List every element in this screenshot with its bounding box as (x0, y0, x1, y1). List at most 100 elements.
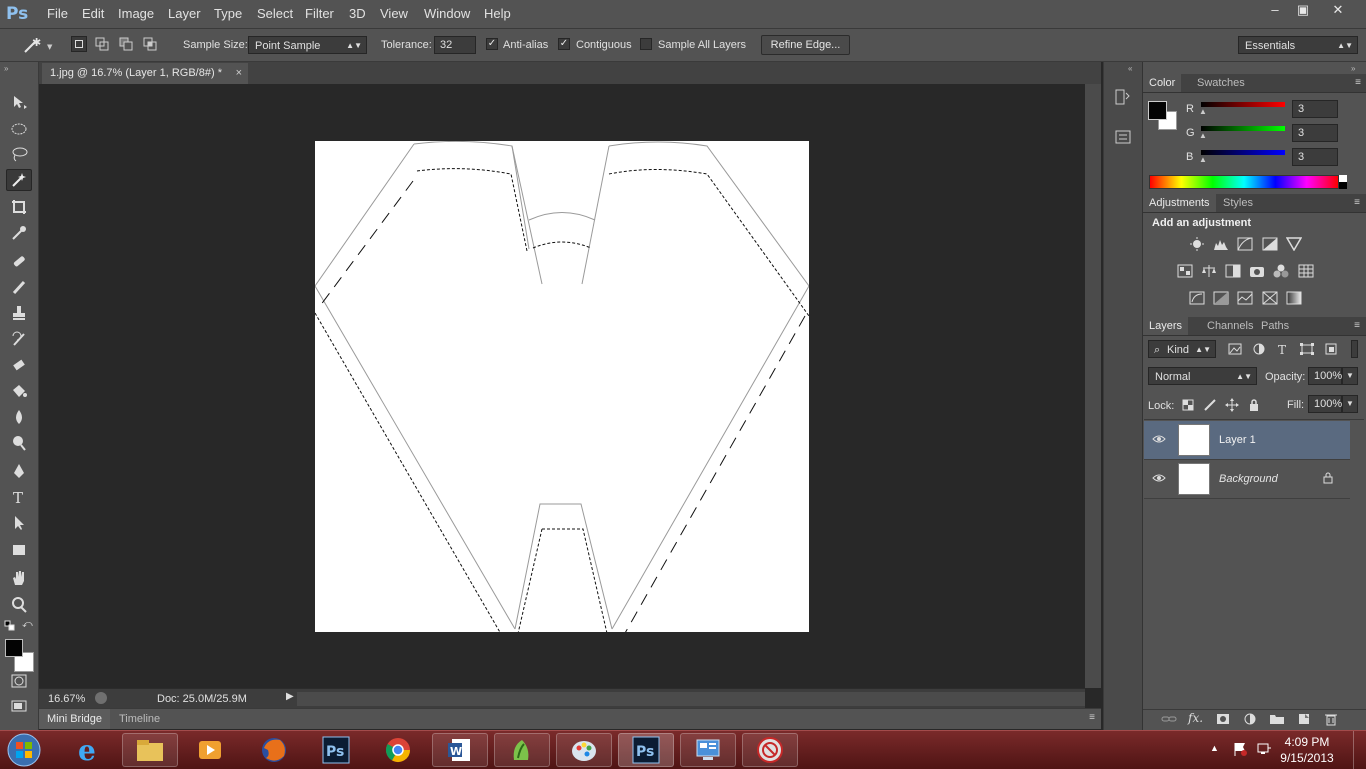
tab-mini-bridge[interactable]: Mini Bridge (39, 709, 111, 729)
levels-icon[interactable] (1213, 237, 1229, 251)
subtract-from-selection-icon[interactable] (118, 36, 134, 52)
menu-layer[interactable]: Layer (168, 6, 201, 21)
layer-style-icon[interactable]: fx. (1188, 711, 1203, 725)
tab-layers[interactable]: Layers (1143, 317, 1189, 335)
blue-slider-handle[interactable]: ▲ (1199, 155, 1207, 164)
curves-icon[interactable] (1237, 237, 1253, 251)
panel-menu-icon[interactable]: ≡ (1089, 712, 1095, 723)
new-adjustment-layer-icon[interactable] (1242, 712, 1258, 726)
paint-icon[interactable] (556, 733, 612, 767)
color-panel-fg-swatch[interactable] (1148, 101, 1167, 120)
menu-type[interactable]: Type (214, 6, 242, 21)
color-spectrum-bar[interactable] (1149, 175, 1339, 189)
channel-mixer-icon[interactable] (1273, 264, 1289, 278)
menu-edit[interactable]: Edit (82, 6, 104, 21)
red-value-input[interactable]: 3 (1292, 100, 1338, 118)
spectrum-black-chip[interactable] (1339, 182, 1347, 189)
vibrance-icon[interactable] (1286, 237, 1302, 251)
action-center-flag-icon[interactable] (1232, 741, 1248, 757)
magic-wand-preset-icon[interactable]: ✱ ▼ (20, 35, 54, 55)
zoom-level[interactable]: 16.67% (48, 693, 85, 705)
lock-position-icon[interactable] (1224, 398, 1240, 412)
color-balance-icon[interactable] (1201, 264, 1217, 278)
zoom-tool-icon[interactable] (6, 594, 32, 616)
tolerance-input[interactable]: 32 (434, 36, 476, 54)
start-button[interactable] (4, 732, 44, 768)
filter-toggle-switch[interactable] (1351, 340, 1358, 358)
collapse-toolbox-icon[interactable]: » (4, 64, 8, 73)
eyedropper-tool-icon[interactable] (6, 222, 32, 244)
photoshop-active-icon[interactable]: Ps (618, 733, 674, 767)
collapse-strip-icon[interactable]: « (1128, 64, 1132, 73)
tab-timeline[interactable]: Timeline (119, 709, 160, 729)
layer-row-layer-1[interactable]: Layer 1 (1144, 421, 1350, 460)
blue-slider-track[interactable] (1201, 150, 1285, 155)
fill-input[interactable]: 100% (1308, 395, 1342, 413)
selective-color-icon[interactable] (1262, 291, 1278, 305)
spectrum-white-chip[interactable] (1339, 175, 1347, 182)
add-mask-icon[interactable] (1215, 712, 1231, 726)
chrome-icon[interactable] (370, 733, 426, 767)
tab-color[interactable]: Color (1143, 74, 1182, 92)
threshold-icon[interactable] (1237, 291, 1253, 305)
new-layer-icon[interactable] (1296, 712, 1312, 726)
horizontal-scrollbar[interactable] (297, 692, 1085, 706)
blend-mode-select[interactable]: Normal ▲▼ (1148, 367, 1257, 385)
filter-adjustment-icon[interactable] (1251, 342, 1267, 356)
new-selection-icon[interactable] (71, 36, 87, 52)
crop-tool-icon[interactable] (6, 196, 32, 218)
media-player-icon[interactable] (182, 733, 238, 767)
menu-view[interactable]: View (380, 6, 408, 21)
menu-filter[interactable]: Filter (305, 6, 334, 21)
history-panel-icon[interactable] (1114, 88, 1132, 106)
lock-image-icon[interactable] (1202, 398, 1218, 412)
new-group-icon[interactable] (1269, 712, 1285, 726)
brush-tool-icon[interactable] (6, 276, 32, 298)
opacity-input[interactable]: 100% (1308, 367, 1342, 385)
intersect-selection-icon[interactable] (142, 36, 158, 52)
tab-swatches[interactable]: Swatches (1191, 74, 1251, 92)
menu-image[interactable]: Image (118, 6, 154, 21)
move-tool-icon[interactable] (6, 91, 32, 113)
vertical-scrollbar[interactable] (1085, 84, 1101, 688)
red-slider-track[interactable] (1201, 102, 1285, 107)
delete-layer-icon[interactable] (1323, 712, 1339, 726)
layer-filter-select[interactable]: ⌕ Kind ▲▼ (1148, 340, 1216, 358)
lock-all-icon[interactable] (1246, 398, 1262, 412)
eye-icon[interactable] (1152, 432, 1166, 446)
refine-edge-button[interactable]: Refine Edge... (761, 35, 850, 55)
history-brush-tool-icon[interactable] (6, 328, 32, 350)
color-panel-menu-icon[interactable]: ≡ (1355, 77, 1361, 88)
sample-all-layers-checkbox[interactable] (640, 38, 652, 50)
layer-row-background[interactable]: Background (1144, 460, 1350, 499)
magic-wand-tool-icon[interactable] (6, 169, 32, 191)
minimize-button[interactable]: – (1261, 1, 1289, 19)
internet-explorer-icon[interactable]: e (62, 733, 118, 767)
quick-mask-icon[interactable] (6, 670, 32, 692)
blur-tool-icon[interactable] (6, 406, 32, 428)
lasso-tool-icon[interactable] (6, 143, 32, 165)
color-lookup-icon[interactable] (1298, 264, 1314, 278)
menu-window[interactable]: Window (424, 6, 470, 21)
default-colors-icon[interactable] (4, 620, 16, 632)
opacity-dropdown-icon[interactable]: ▼ (1342, 367, 1358, 385)
paint-bucket-tool-icon[interactable] (6, 380, 32, 402)
type-tool-icon[interactable]: T (6, 486, 32, 508)
blue-value-input[interactable]: 3 (1292, 148, 1338, 166)
tab-paths[interactable]: Paths (1255, 317, 1295, 335)
menu-3d[interactable]: 3D (349, 6, 366, 21)
show-hidden-icons[interactable]: ▲ (1210, 743, 1219, 753)
marquee-tool-icon[interactable] (6, 118, 32, 140)
red-slider-handle[interactable]: ▲ (1199, 107, 1207, 116)
foreground-color-swatch[interactable] (5, 639, 23, 657)
tab-adjustments[interactable]: Adjustments (1143, 194, 1216, 212)
green-slider-track[interactable] (1201, 126, 1285, 131)
close-button[interactable]: ✕ (1324, 1, 1352, 19)
add-to-selection-icon[interactable] (94, 36, 110, 52)
document-tab[interactable]: 1.jpg @ 16.7% (Layer 1, RGB/8#) * × (42, 63, 248, 84)
invert-icon[interactable] (1189, 291, 1205, 305)
maximize-button[interactable]: ▣ (1289, 1, 1317, 19)
layer-name[interactable]: Layer 1 (1219, 434, 1256, 446)
dodge-tool-icon[interactable] (6, 432, 32, 454)
exposure-icon[interactable] (1262, 237, 1278, 251)
